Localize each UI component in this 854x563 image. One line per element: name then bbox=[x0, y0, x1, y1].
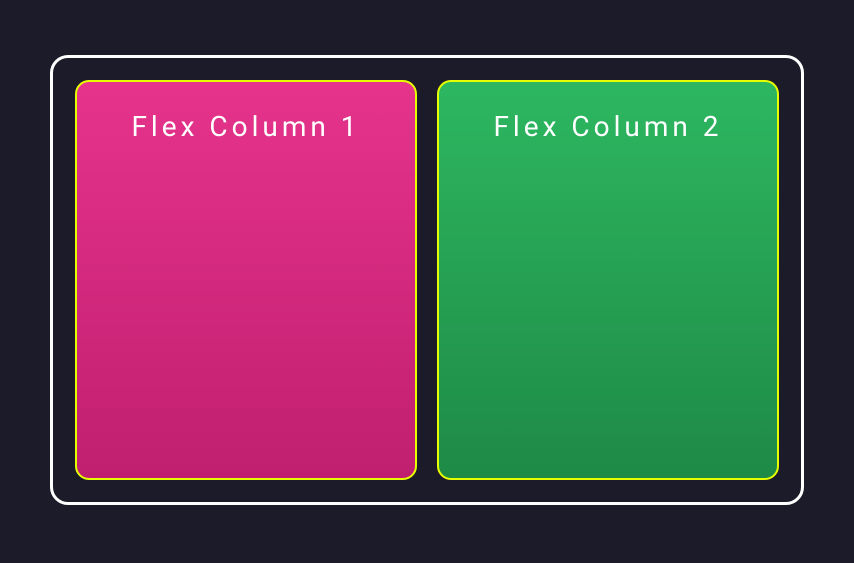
column-1-heading: Flex Column 1 bbox=[97, 110, 395, 143]
column-2-heading: Flex Column 2 bbox=[459, 110, 757, 143]
flex-column-2: Flex Column 2 bbox=[437, 80, 779, 480]
flex-container: Flex Column 1 Flex Column 2 bbox=[50, 55, 804, 505]
flex-column-1: Flex Column 1 bbox=[75, 80, 417, 480]
